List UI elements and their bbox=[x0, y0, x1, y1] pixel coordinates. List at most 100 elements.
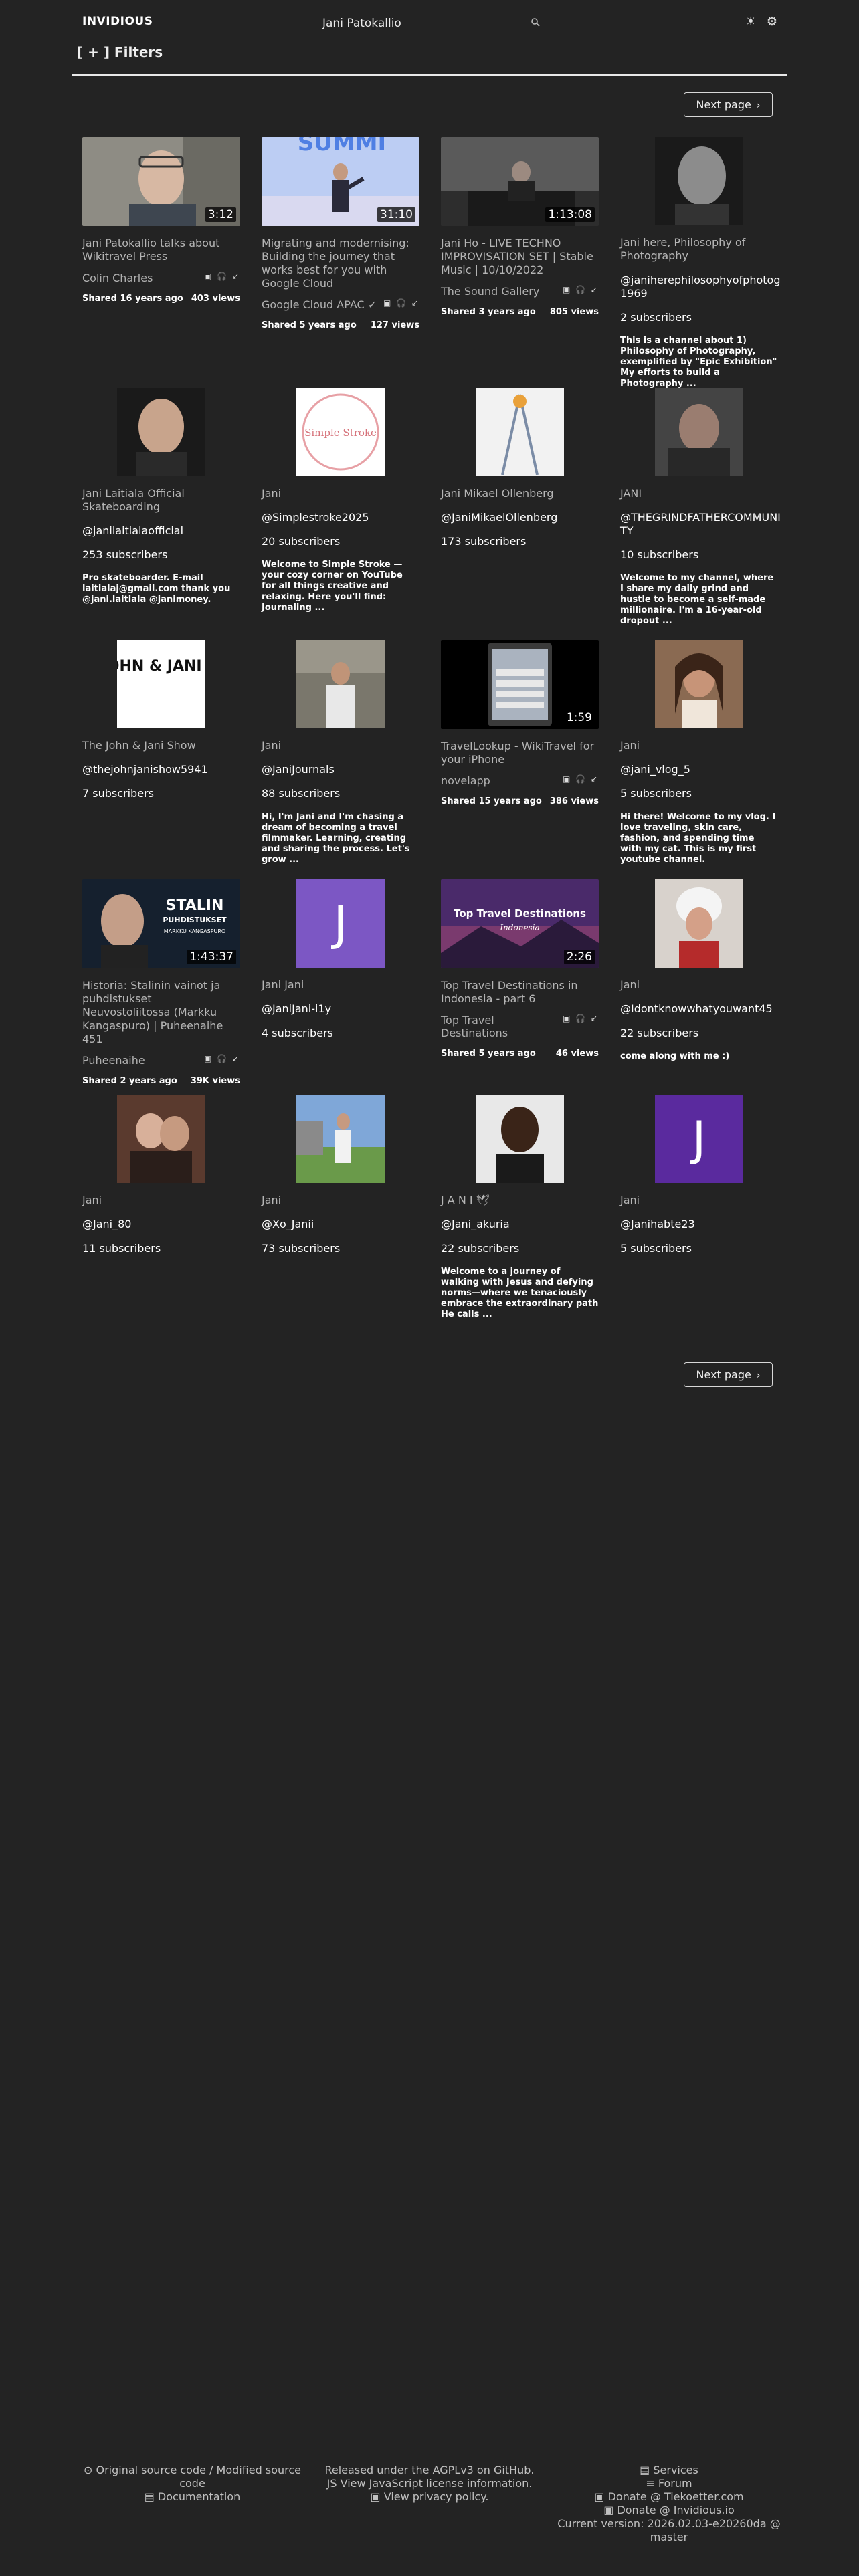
channel-name[interactable]: Jani Jani bbox=[262, 978, 422, 992]
channel-avatar[interactable]: THE JOHN & JANI SHOW bbox=[117, 640, 205, 728]
channel-card: Jani @Idontknowwhatyouwant45 22 subscrib… bbox=[620, 879, 781, 1062]
chevron-right-icon: › bbox=[756, 100, 761, 111]
channel-handle[interactable]: @jani_vlog_5 bbox=[620, 763, 781, 776]
video-action-icons[interactable]: ▣ 🎧 ↙ bbox=[204, 272, 240, 281]
filters-toggle[interactable]: [ + ] Filters bbox=[77, 44, 163, 60]
channel-handle[interactable]: @JaniJani-i1y bbox=[262, 1002, 422, 1016]
video-title[interactable]: Jani Patokallio talks about Wikitravel P… bbox=[82, 237, 243, 263]
channel-name[interactable]: The John & Jani Show bbox=[82, 739, 243, 752]
video-title[interactable]: TravelLookup - WikiTravel for your iPhon… bbox=[441, 740, 601, 766]
channel-name[interactable]: Jani bbox=[262, 487, 422, 500]
channel-name[interactable]: Jani bbox=[82, 1194, 243, 1207]
donate-icon: ▣ bbox=[603, 2504, 617, 2516]
channel-link[interactable]: Top Travel Destinations bbox=[441, 1014, 541, 1039]
footer-link[interactable]: ⊙ Original source code / Modified source… bbox=[80, 2464, 304, 2490]
channel-handle[interactable]: @Xo_Janii bbox=[262, 1218, 422, 1231]
results-grid: 3:12 Jani Patokallio talks about Wikitra… bbox=[82, 137, 781, 1335]
channel-handle[interactable]: @THEGRINDFATHERCOMMUNITY bbox=[620, 511, 781, 538]
channel-avatar[interactable] bbox=[476, 1095, 564, 1183]
thumbnail-text: Indonesia bbox=[499, 923, 539, 932]
channel-name[interactable]: Jani bbox=[620, 978, 781, 992]
search-icon[interactable] bbox=[531, 17, 540, 29]
video-meta: Shared 5 years ago 46 views bbox=[441, 1049, 601, 1059]
footer-link[interactable]: Released under the AGPLv3 on GitHub. bbox=[314, 2464, 545, 2477]
video-views: 386 views bbox=[549, 796, 599, 807]
video-title[interactable]: Top Travel Destinations in Indonesia - p… bbox=[441, 979, 601, 1006]
footer-link[interactable]: ▣ Donate @ Tiekoetter.com bbox=[549, 2490, 789, 2504]
video-title[interactable]: Historia: Stalinin vainot ja puhdistukse… bbox=[82, 979, 243, 1046]
channel-avatar[interactable] bbox=[296, 640, 385, 728]
channel-link[interactable]: Google Cloud APAC ✓ bbox=[262, 298, 377, 311]
channel-name[interactable]: JANI bbox=[620, 487, 781, 500]
channel-avatar[interactable] bbox=[655, 640, 743, 728]
channel-name[interactable]: Jani Laitiala Official Skateboarding bbox=[82, 487, 243, 514]
brand-logo[interactable]: INVIDIOUS bbox=[82, 15, 153, 28]
channel-handle[interactable]: @Jani_akuria bbox=[441, 1218, 601, 1231]
video-title[interactable]: Migrating and modernising: Building the … bbox=[262, 237, 422, 290]
next-page-button-bottom[interactable]: Next page › bbox=[684, 1362, 773, 1387]
footer-link[interactable]: ▤ Services bbox=[549, 2464, 789, 2477]
chevron-right-icon: › bbox=[756, 1370, 761, 1381]
video-thumbnail[interactable]: Top Travel Destinations Indonesia 2:26 bbox=[441, 879, 599, 968]
gear-icon[interactable]: ⚙ bbox=[767, 15, 777, 29]
channel-handle[interactable]: @JaniMikaelOllenberg bbox=[441, 511, 601, 524]
footer-link[interactable]: ▣ View privacy policy. bbox=[314, 2490, 545, 2504]
footer-link[interactable]: ≡ Forum bbox=[549, 2477, 789, 2490]
channel-link[interactable]: novelapp bbox=[441, 774, 490, 787]
channel-handle[interactable]: @Jani_80 bbox=[82, 1218, 243, 1231]
channel-link[interactable]: Puheenaihe bbox=[82, 1054, 145, 1067]
subscriber-count: 5 subscribers bbox=[620, 1242, 692, 1255]
video-thumbnail[interactable]: SUMMI 31:10 bbox=[262, 137, 419, 226]
video-action-icons[interactable]: ▣ 🎧 ↙ bbox=[563, 774, 599, 784]
channel-handle[interactable]: @Idontknowwhatyouwant45 bbox=[620, 1002, 781, 1016]
channel-name[interactable]: Jani Mikael Ollenberg bbox=[441, 487, 601, 500]
channel-name[interactable]: Jani bbox=[620, 1194, 781, 1207]
video-thumbnail[interactable]: 3:12 bbox=[82, 137, 240, 226]
channel-description: Hi, I'm Jani and I'm chasing a dream of … bbox=[262, 812, 410, 865]
channel-avatar[interactable]: J bbox=[296, 879, 385, 968]
results-row: Jani Laitiala Official Skateboarding @ja… bbox=[82, 388, 781, 640]
channel-handle[interactable]: @Simplestroke2025 bbox=[262, 511, 422, 524]
video-action-icons[interactable]: ▣ 🎧 ↙ bbox=[563, 1014, 599, 1023]
channel-avatar[interactable] bbox=[476, 388, 564, 476]
video-thumbnail[interactable]: 1:13:08 bbox=[441, 137, 599, 226]
channel-avatar[interactable] bbox=[117, 388, 205, 476]
sun-icon[interactable]: ☀ bbox=[745, 15, 756, 29]
video-shared: Shared 5 years ago bbox=[441, 1049, 536, 1059]
next-page-button-top[interactable]: Next page › bbox=[684, 92, 773, 117]
channel-handle[interactable]: @janilaitialaofficial bbox=[82, 524, 243, 538]
subscriber-count: 11 subscribers bbox=[82, 1242, 161, 1255]
footer-link[interactable]: ▤ Documentation bbox=[80, 2490, 304, 2504]
video-action-icons[interactable]: ▣ 🎧 ↙ bbox=[563, 285, 599, 294]
footer-link[interactable]: JS View JavaScript license information. bbox=[314, 2477, 545, 2490]
channel-avatar[interactable] bbox=[655, 879, 743, 968]
thumbnail-text: THE JOHN & JANI SHOW bbox=[117, 658, 205, 675]
channel-name[interactable]: Jani here, Philosophy of Photography bbox=[620, 236, 781, 263]
channel-avatar[interactable] bbox=[117, 1095, 205, 1183]
video-action-icons[interactable]: ▣ 🎧 ↙ bbox=[383, 298, 419, 308]
channel-name[interactable]: Jani bbox=[262, 739, 422, 752]
channel-name: Colin Charles ▣ 🎧 ↙ bbox=[82, 272, 243, 284]
channel-link[interactable]: The Sound Gallery bbox=[441, 285, 539, 298]
channel-handle[interactable]: @JaniJournals bbox=[262, 763, 422, 776]
channel-name[interactable]: J A N I 🕊 bbox=[441, 1194, 601, 1207]
channel-handle[interactable]: @janiherephilosophyofphotog1969 bbox=[620, 274, 781, 300]
channel-avatar[interactable]: Simple Stroke bbox=[296, 388, 385, 476]
donate-icon: ▣ bbox=[594, 2490, 608, 2503]
channel-avatar[interactable] bbox=[655, 388, 743, 476]
channel-avatar[interactable] bbox=[655, 137, 743, 225]
channel-avatar[interactable]: J bbox=[655, 1095, 743, 1183]
channel-name[interactable]: Jani bbox=[620, 739, 781, 752]
video-thumbnail[interactable]: 1:59 bbox=[441, 640, 599, 729]
channel-avatar[interactable] bbox=[296, 1095, 385, 1183]
channel-handle[interactable]: @Janihabte23 bbox=[620, 1218, 781, 1231]
search-input[interactable] bbox=[316, 13, 530, 33]
channel-handle[interactable]: @thejohnjanishow5941 bbox=[82, 763, 243, 776]
channel-card: Jani Laitiala Official Skateboarding @ja… bbox=[82, 388, 243, 605]
video-thumbnail[interactable]: STALIN PUHDISTUKSET MARKKU KANGASPURO 1:43… bbox=[82, 879, 240, 968]
channel-name[interactable]: Jani bbox=[262, 1194, 422, 1207]
video-action-icons[interactable]: ▣ 🎧 ↙ bbox=[204, 1054, 240, 1063]
video-title[interactable]: Jani Ho - LIVE TECHNO IMPROVISATION SET … bbox=[441, 237, 601, 277]
footer-link[interactable]: ▣ Donate @ Invidious.io bbox=[549, 2504, 789, 2517]
channel-link[interactable]: Colin Charles bbox=[82, 272, 153, 284]
